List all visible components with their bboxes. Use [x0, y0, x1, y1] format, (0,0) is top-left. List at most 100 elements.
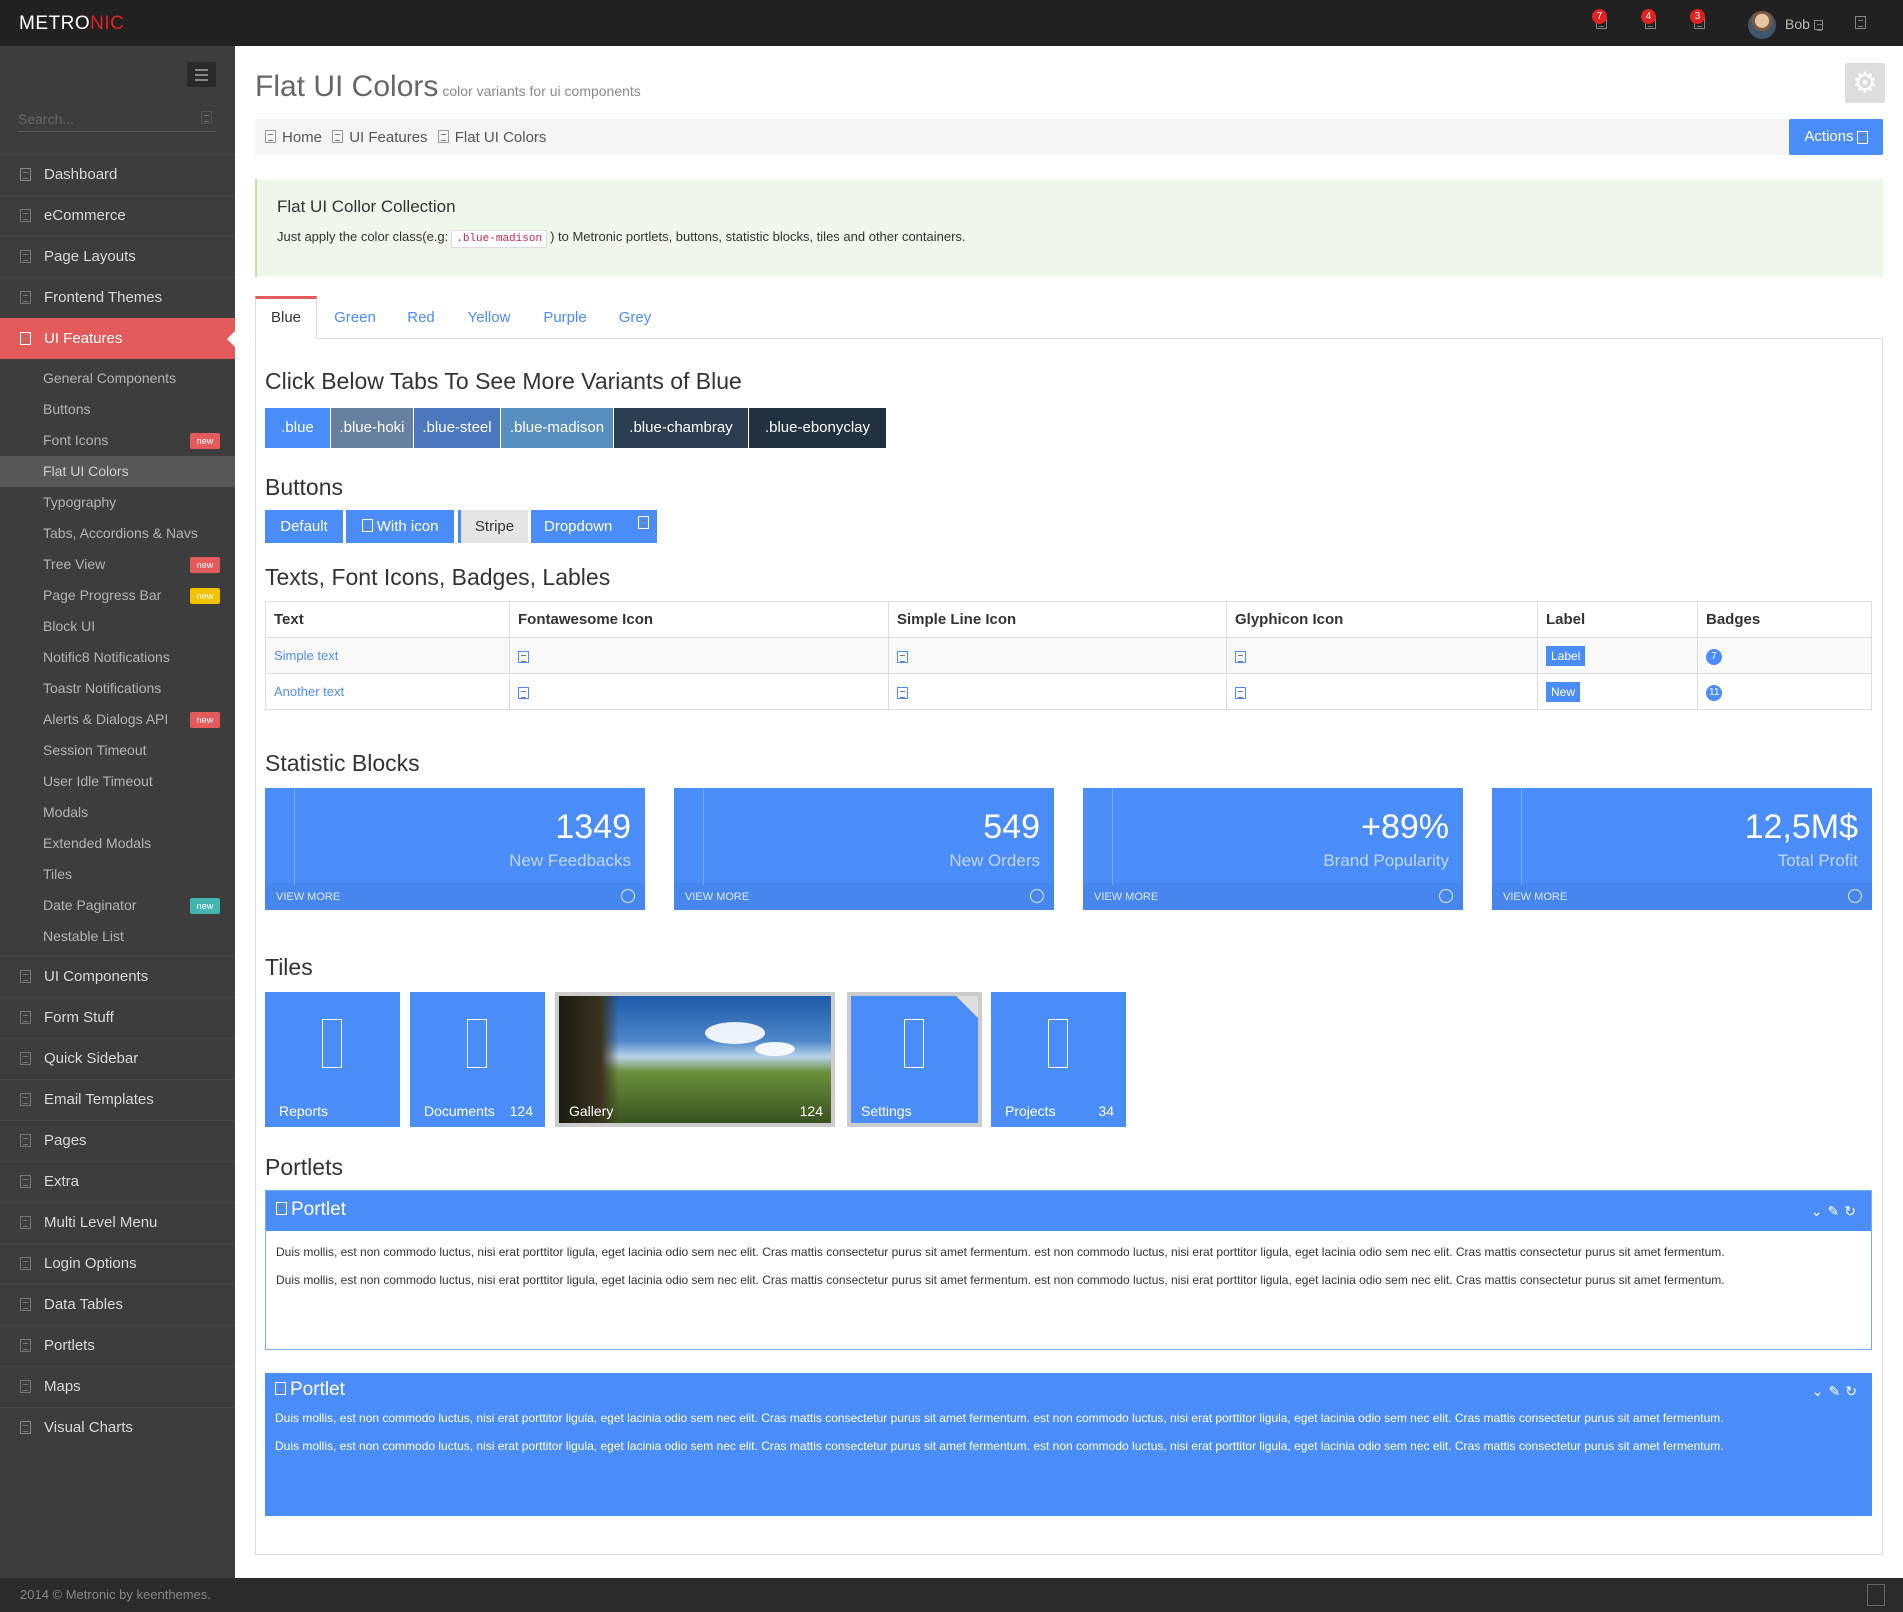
submenu-label: Session Timeout [43, 742, 147, 758]
simple-text-link[interactable]: Simple text [274, 648, 338, 663]
sidebar-item-email-templates[interactable]: Email Templates [0, 1079, 235, 1120]
sidebar-item-dashboard[interactable]: Dashboard [0, 154, 235, 195]
wrench-icon[interactable]: ✎ [1829, 1383, 1846, 1399]
sidebar-item-login-options[interactable]: Login Options [0, 1243, 235, 1284]
submenu-item-tiles[interactable]: Tiles [0, 859, 235, 890]
tile-projects[interactable]: Projects 34 [991, 992, 1126, 1127]
view-more-link[interactable]: VIEW MORE [1083, 883, 1463, 910]
submenu-item-tabs[interactable]: Tabs, Accordions & Navs [0, 518, 235, 549]
submenu-item-modals[interactable]: Modals [0, 797, 235, 828]
submenu-item-notific8[interactable]: Notific8 Notifications [0, 642, 235, 673]
tab-grey[interactable]: Grey [603, 296, 667, 339]
variant-blue-ebonyclay-button[interactable]: .blue-ebonyclay [749, 408, 886, 448]
theme-settings-button[interactable]: ⚙ [1845, 63, 1885, 103]
submenu-item-toastr[interactable]: Toastr Notifications [0, 673, 235, 704]
sidebar-item-quick-sidebar[interactable]: Quick Sidebar [0, 1038, 235, 1079]
collapse-icon[interactable]: ⌄ [1812, 1383, 1829, 1399]
sidebar-item-form-stuff[interactable]: Form Stuff [0, 997, 235, 1038]
stripe-button[interactable]: Stripe [458, 510, 528, 543]
breadcrumb-home[interactable]: Home [282, 129, 322, 146]
submenu-item-nestable-list[interactable]: Nestable List [0, 921, 235, 952]
submenu-item-font-icons[interactable]: Font Icons new [0, 425, 235, 456]
tile-reports[interactable]: Reports [265, 992, 400, 1127]
submenu-item-page-progress-bar[interactable]: Page Progress Bar new [0, 580, 235, 611]
another-text-link[interactable]: Another text [274, 684, 344, 699]
collapse-icon[interactable]: ⌄ [1811, 1203, 1828, 1219]
tasks-button[interactable]: 3 [1690, 9, 1714, 32]
stat-number: +89% [1361, 808, 1449, 846]
submenu-item-session-timeout[interactable]: Session Timeout [0, 735, 235, 766]
tile-gallery[interactable]: Gallery 124 [555, 992, 835, 1127]
submenu-item-flat-ui-colors[interactable]: Flat UI Colors [0, 456, 235, 487]
sidebar-item-extra[interactable]: Extra [0, 1161, 235, 1202]
breadcrumb-current[interactable]: Flat UI Colors [455, 129, 547, 146]
inbox-button[interactable]: 4 [1641, 9, 1665, 32]
sidebar-menu: Dashboard eCommerce Page Layouts Fronten… [0, 154, 236, 1448]
tab-red[interactable]: Red [391, 296, 451, 339]
badge: 7 [1706, 648, 1722, 665]
view-more-link[interactable]: VIEW MORE [1492, 883, 1872, 910]
sidebar-item-ui-features[interactable]: UI Features [0, 318, 236, 359]
scroll-to-top-button[interactable] [1867, 1584, 1885, 1606]
view-more-link[interactable]: VIEW MORE [265, 883, 645, 910]
sidebar-item-visual-charts[interactable]: Visual Charts [0, 1407, 235, 1448]
quick-sidebar-toggler[interactable] [1855, 12, 1875, 32]
new-badge: new [190, 712, 220, 728]
sidebar-item-label: Data Tables [44, 1296, 123, 1313]
search-icon[interactable] [201, 111, 212, 124]
logo[interactable]: METRONIC [19, 13, 124, 35]
submenu-item-date-paginator[interactable]: Date Paginator new [0, 890, 235, 921]
dropdown-button[interactable]: Dropdown [531, 510, 657, 543]
sidebar-item-ecommerce[interactable]: eCommerce [0, 195, 235, 236]
logout-icon [1855, 16, 1866, 30]
sidebar-item-page-layouts[interactable]: Page Layouts [0, 236, 235, 277]
submenu-item-tree-view[interactable]: Tree View new [0, 549, 235, 580]
tile-documents[interactable]: Documents 124 [410, 992, 545, 1127]
sidebar-item-frontend-themes[interactable]: Frontend Themes [0, 277, 235, 318]
reload-icon[interactable]: ↻ [1844, 1203, 1861, 1219]
breadcrumb-ui-features[interactable]: UI Features [349, 129, 427, 146]
sidebar-item-portlets[interactable]: Portlets [0, 1325, 235, 1366]
actions-button[interactable]: Actions [1789, 119, 1883, 155]
tile-settings[interactable]: Settings [847, 992, 982, 1127]
portlet-title: Portlet [291, 1199, 346, 1220]
variant-blue-chambray-button[interactable]: .blue-chambray [614, 408, 748, 448]
submenu-item-alerts-dialogs[interactable]: Alerts & Dialogs API new [0, 704, 235, 735]
sidebar-item-ui-components[interactable]: UI Components [0, 956, 235, 997]
submenu-item-typography[interactable]: Typography [0, 487, 235, 518]
reload-icon[interactable]: ↻ [1845, 1383, 1862, 1399]
sidebar-item-data-tables[interactable]: Data Tables [0, 1284, 235, 1325]
wrench-icon[interactable]: ✎ [1828, 1203, 1845, 1219]
stat-desc: New Orders [949, 851, 1040, 870]
search-input[interactable]: Search... [18, 106, 216, 132]
submenu-item-buttons[interactable]: Buttons [0, 394, 235, 425]
sidebar-item-maps[interactable]: Maps [0, 1366, 235, 1407]
tile-name: Documents [424, 1103, 495, 1119]
new-badge: new [190, 433, 220, 449]
default-button[interactable]: Default [265, 510, 343, 543]
user-glyphicon-icon [1235, 686, 1246, 699]
variant-blue-button[interactable]: .blue [265, 408, 330, 448]
variant-blue-hoki-button[interactable]: .blue-hoki [331, 408, 413, 448]
variant-blue-madison-button[interactable]: .blue-madison [501, 408, 613, 448]
variant-blue-steel-button[interactable]: .blue-steel [414, 408, 500, 448]
submenu-item-user-idle-timeout[interactable]: User Idle Timeout [0, 766, 235, 797]
tab-yellow[interactable]: Yellow [451, 296, 527, 339]
view-more-link[interactable]: VIEW MORE [674, 883, 1054, 910]
tab-green[interactable]: Green [319, 296, 391, 339]
avatar[interactable] [1748, 11, 1776, 39]
user-menu[interactable]: Bob [1785, 16, 1823, 32]
sidebar-item-multi-level-menu[interactable]: Multi Level Menu [0, 1202, 235, 1243]
column-header: Glyphicon Icon [1226, 601, 1538, 638]
tab-purple[interactable]: Purple [527, 296, 603, 339]
submenu-item-general-components[interactable]: General Components [0, 363, 235, 394]
tasks-badge: 3 [1690, 9, 1705, 24]
notifications-button[interactable]: 7 [1592, 9, 1616, 32]
submenu-label: Alerts & Dialogs API [43, 711, 169, 727]
sidebar-toggler[interactable] [187, 62, 216, 87]
submenu-item-extended-modals[interactable]: Extended Modals [0, 828, 235, 859]
sidebar-item-pages[interactable]: Pages [0, 1120, 235, 1161]
tab-blue[interactable]: Blue [255, 296, 317, 339]
submenu-item-block-ui[interactable]: Block UI [0, 611, 235, 642]
with-icon-button[interactable]: With icon [346, 510, 454, 543]
